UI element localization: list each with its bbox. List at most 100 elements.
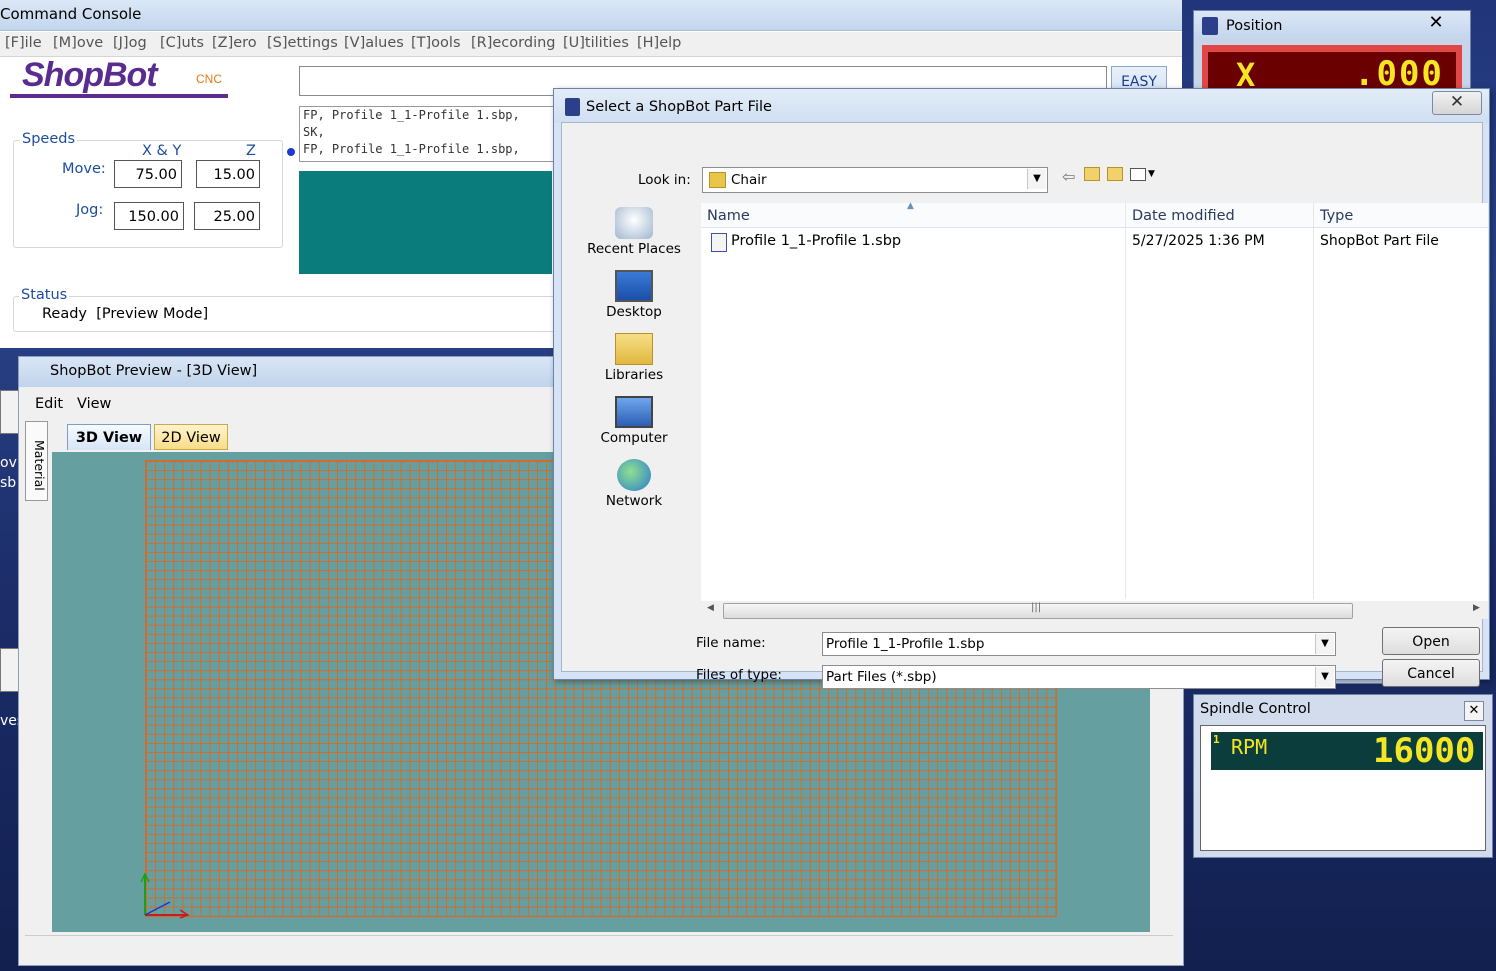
desktop-icon-label: sb: [0, 475, 17, 491]
place-label: Computer: [600, 430, 668, 446]
scroll-left-icon[interactable]: ◀: [707, 603, 714, 613]
file-date: 5/27/2025 1:36 PM: [1132, 233, 1265, 249]
recent-places-icon: [615, 207, 653, 239]
status-text: Ready [Preview Mode]: [42, 306, 209, 322]
menu-settings[interactable]: [S]ettings: [267, 35, 338, 51]
move-xy-field[interactable]: 75.00: [114, 160, 182, 188]
logo-underline: [10, 94, 228, 98]
axis-origin-icon: [140, 872, 190, 919]
menu-edit[interactable]: Edit: [35, 396, 63, 412]
place-recent-places[interactable]: Recent Places: [584, 207, 684, 257]
jog-speed-label: Jog:: [76, 202, 104, 218]
file-type-dropdown[interactable]: Part Files (*.sbp) ▼: [822, 665, 1336, 689]
place-label: Recent Places: [587, 241, 681, 257]
status-title: Status: [19, 287, 70, 303]
sbp-file-icon: [711, 233, 727, 252]
tab-2d-view[interactable]: 2D View: [154, 424, 228, 450]
file-name-value: Profile 1_1-Profile 1.sbp: [826, 636, 985, 652]
close-icon[interactable]: ✕: [1464, 701, 1484, 721]
column-header-date[interactable]: Date modified: [1132, 203, 1235, 227]
close-icon[interactable]: ✕: [1416, 13, 1456, 33]
command-history: FP, Profile 1_1-Profile 1.sbp, SK, FP, P…: [299, 106, 556, 162]
open-button[interactable]: Open: [1382, 627, 1480, 655]
console-display-panel: [299, 171, 552, 274]
libraries-icon: [615, 333, 653, 365]
place-network[interactable]: Network: [584, 459, 684, 509]
place-desktop[interactable]: Desktop: [584, 270, 684, 320]
horizontal-scrollbar[interactable]: ◀ ||| ▶: [701, 601, 1488, 619]
dialog-close-button[interactable]: ✕: [1432, 91, 1482, 115]
cancel-button[interactable]: Cancel: [1382, 659, 1480, 687]
column-header-type[interactable]: Type: [1320, 203, 1353, 227]
menu-recording[interactable]: [R]ecording: [471, 35, 556, 51]
history-line: FP, Profile 1_1-Profile 1.sbp,: [303, 108, 520, 122]
dialog-title: Select a ShopBot Part File: [586, 99, 772, 115]
tab-3d-view[interactable]: 3D View: [67, 424, 151, 450]
material-side-tab[interactable]: Material: [25, 421, 48, 501]
column-divider: [1313, 203, 1314, 599]
menu-tools[interactable]: [T]ools: [411, 35, 461, 51]
new-folder-icon[interactable]: [1107, 167, 1123, 181]
dialog-titlebar[interactable]: Select a ShopBot Part File: [554, 89, 1489, 123]
shopbot-app-icon: [1202, 17, 1218, 35]
speeds-col-xy: X & Y: [142, 143, 182, 159]
preview-status-bar: [25, 935, 1173, 958]
chevron-down-icon[interactable]: ▼: [1315, 634, 1334, 654]
menu-cuts[interactable]: [C]uts: [160, 35, 204, 51]
chevron-down-icon[interactable]: ▼: [1315, 667, 1334, 687]
spindle-panel: 1 RPM 16000: [1200, 725, 1486, 851]
menu-help[interactable]: [H]elp: [637, 35, 681, 51]
spindle-control-window: Spindle Control ✕ 1 RPM 16000: [1193, 694, 1493, 858]
place-label: Desktop: [606, 304, 662, 320]
logo-cnc-text: CNC: [196, 72, 222, 86]
column-header-name[interactable]: Name: [707, 203, 750, 227]
menu-view[interactable]: View: [77, 396, 111, 412]
look-in-label: Look in:: [638, 172, 691, 188]
up-folder-icon[interactable]: [1084, 167, 1100, 181]
file-name-combobox[interactable]: Profile 1_1-Profile 1.sbp ▼: [822, 632, 1336, 656]
computer-icon: [615, 396, 653, 428]
file-row[interactable]: Profile 1_1-Profile 1.sbp 5/27/2025 1:36…: [701, 229, 1488, 253]
move-z-field[interactable]: 15.00: [196, 160, 260, 188]
jog-xy-field[interactable]: 150.00: [114, 202, 184, 230]
rpm-value: 16000: [1373, 731, 1476, 771]
logo-text: ShopBot: [22, 56, 158, 94]
menu-zero[interactable]: [Z]ero: [212, 35, 257, 51]
rpm-label: RPM: [1231, 735, 1268, 759]
place-libraries[interactable]: Libraries: [584, 333, 684, 383]
view-menu-icon[interactable]: [1130, 168, 1146, 181]
place-label: Network: [605, 493, 663, 509]
menu-move[interactable]: [M]ove: [53, 35, 103, 51]
speeds-col-z: Z: [246, 143, 256, 159]
spindle-title: Spindle Control: [1200, 701, 1311, 717]
sort-ascending-icon: ▲: [907, 201, 914, 211]
file-name: Profile 1_1-Profile 1.sbp: [731, 233, 902, 249]
desktop-icon: [615, 270, 653, 302]
look-in-value: Chair: [731, 172, 767, 188]
file-list[interactable]: Name ▲ Date modified Type Profile 1_1-Pr…: [701, 201, 1488, 619]
position-titlebar[interactable]: Position ✕: [1194, 11, 1470, 41]
grip-icon: |||: [1031, 602, 1042, 613]
column-header-row: [701, 203, 1488, 228]
menu-file[interactable]: [F]ile: [5, 35, 42, 51]
spindle-index: 1: [1213, 733, 1220, 746]
jog-z-field[interactable]: 25.00: [194, 202, 260, 230]
menu-jog[interactable]: [J]og: [113, 35, 147, 51]
material-tab-label: Material: [32, 440, 47, 491]
back-icon[interactable]: ⇦: [1062, 167, 1075, 186]
menu-values[interactable]: [V]alues: [344, 35, 404, 51]
desktop-icon-label: ov: [0, 455, 17, 471]
rpm-display: 1 RPM 16000: [1211, 731, 1483, 771]
command-console-titlebar[interactable]: Command Console: [0, 0, 1182, 31]
shopbot-app-icon: [565, 98, 580, 116]
scroll-right-icon[interactable]: ▶: [1473, 603, 1480, 613]
place-label: Libraries: [604, 367, 664, 383]
file-type-value: Part Files (*.sbp): [826, 669, 937, 685]
chevron-down-icon[interactable]: ▼: [1148, 169, 1155, 179]
file-type: ShopBot Part File: [1320, 233, 1439, 249]
look-in-dropdown[interactable]: Chair ▼: [702, 167, 1048, 193]
menu-utilities[interactable]: [U]tilities: [563, 35, 629, 51]
column-divider: [1125, 203, 1126, 599]
history-line: FP, Profile 1_1-Profile 1.sbp,: [303, 142, 520, 156]
place-computer[interactable]: Computer: [584, 396, 684, 446]
